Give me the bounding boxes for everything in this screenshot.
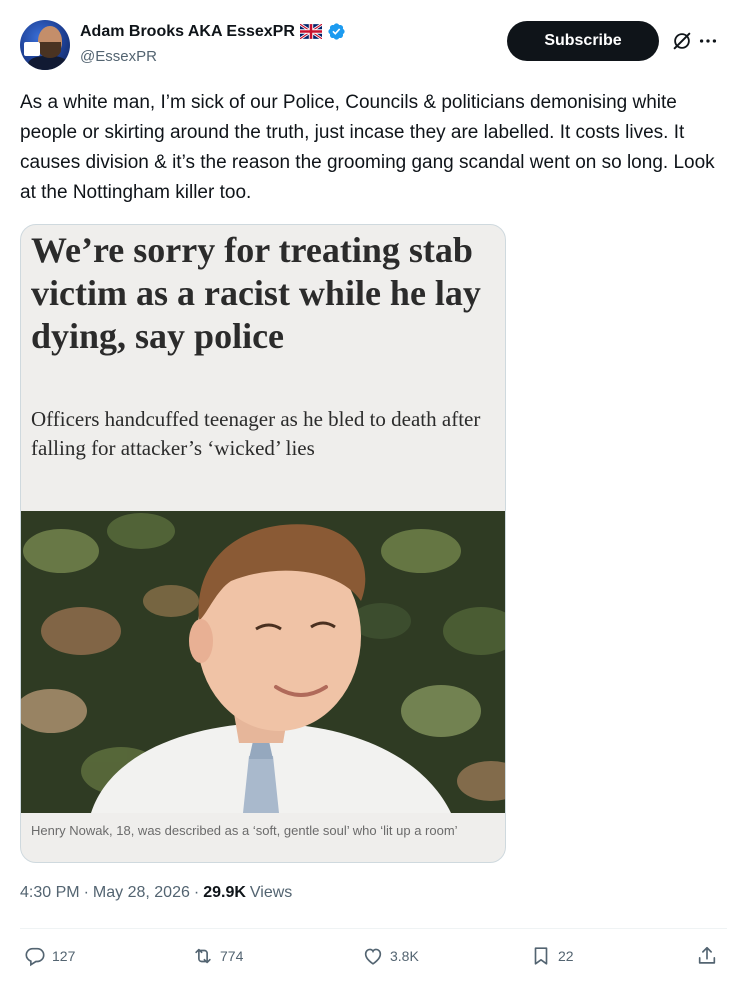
action-bar: 127 774 3.8K 22 xyxy=(20,945,726,975)
bookmark-count: 22 xyxy=(558,948,574,964)
article-standfirst: Officers handcuffed teenager as he bled … xyxy=(31,407,481,460)
article-headline: We’re sorry for treating stab victim as … xyxy=(31,230,481,356)
reply-icon xyxy=(25,947,45,967)
reply-count: 127 xyxy=(52,948,76,964)
tweet-header: Adam Brooks AKA EssexPR @EssexPR Subscri… xyxy=(20,18,719,74)
grok-icon[interactable] xyxy=(671,30,693,52)
avatar[interactable] xyxy=(20,20,70,70)
views-label: Views xyxy=(249,884,293,901)
divider xyxy=(20,928,727,929)
photo-caption: Henry Nowak, 18, was described as a ‘sof… xyxy=(31,823,458,838)
media-image[interactable]: We’re sorry for treating stab victim as … xyxy=(20,224,506,863)
verified-badge-icon[interactable] xyxy=(327,22,346,41)
meta-separator: · xyxy=(193,884,200,901)
like-button[interactable]: 3.8K xyxy=(362,945,419,967)
bookmark-icon xyxy=(534,947,548,965)
meta-separator: · xyxy=(83,884,89,901)
article-photo xyxy=(21,511,505,813)
heart-icon xyxy=(364,948,382,965)
reply-button[interactable]: 127 xyxy=(24,945,75,967)
author-display-name[interactable]: Adam Brooks AKA EssexPR xyxy=(80,23,295,41)
author-handle[interactable]: @EssexPR xyxy=(80,48,157,65)
share-button[interactable] xyxy=(696,945,718,967)
more-icon[interactable] xyxy=(697,30,719,52)
author-name-row[interactable]: Adam Brooks AKA EssexPR xyxy=(80,22,346,41)
bookmark-button[interactable]: 22 xyxy=(530,945,574,967)
uk-flag-icon xyxy=(299,24,322,39)
like-count: 3.8K xyxy=(390,948,419,964)
repost-count: 774 xyxy=(220,948,244,964)
subscribe-button[interactable]: Subscribe xyxy=(507,21,659,61)
repost-button[interactable]: 774 xyxy=(192,945,243,967)
tweet-date[interactable]: May 28, 2026 xyxy=(93,884,190,902)
tweet-text: As a white man, I’m sick of our Police, … xyxy=(20,92,715,203)
tweet-meta: 4:30 PM · May 28, 2026 · 29.9K Views xyxy=(20,884,292,902)
tweet-time[interactable]: 4:30 PM xyxy=(20,884,80,902)
repost-icon xyxy=(195,948,211,964)
views-count: 29.9K xyxy=(203,884,246,901)
share-icon xyxy=(698,946,716,964)
